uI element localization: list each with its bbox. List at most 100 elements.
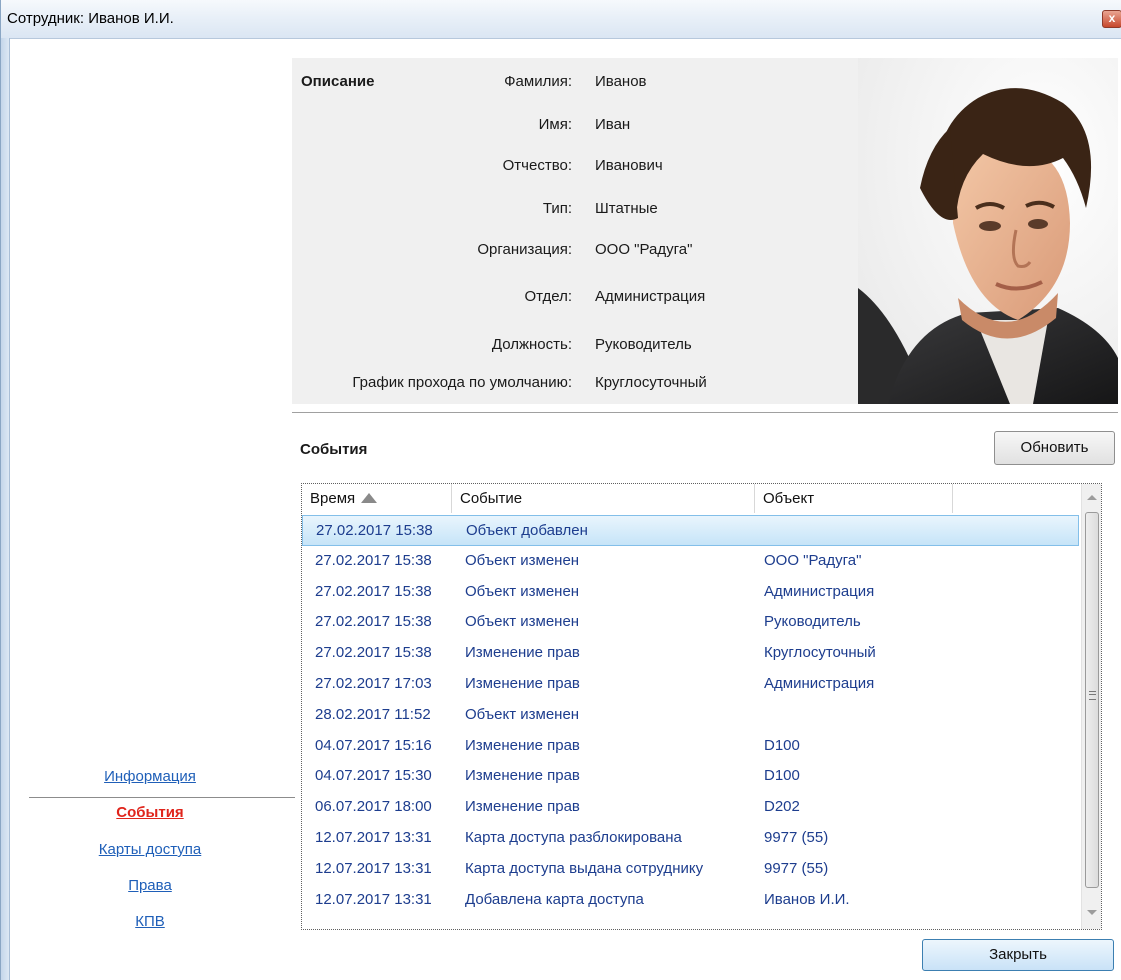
cell-time: 27.02.2017 15:38 [315,613,432,631]
field-value-patronymic: Иванович [595,157,663,174]
nav-item-events[interactable]: События [11,804,289,821]
nav-item-access-cards[interactable]: Карты доступа [11,841,289,858]
cell-object: Администрация [764,582,875,600]
cell-object: D202 [764,798,800,816]
description-title: Описание [301,73,375,90]
field-label-schedule: График прохода по умолчанию: [352,374,572,391]
cell-time: 27.02.2017 17:03 [315,674,432,692]
nav-item-info[interactable]: Информация [11,768,289,785]
scroll-up-arrow-icon[interactable] [1087,495,1097,500]
cell-object: 9977 (55) [764,828,829,846]
table-row[interactable]: 27.02.2017 15:38 Объект добавлен [302,515,1079,546]
cell-time: 27.02.2017 15:38 [315,551,432,569]
refresh-button[interactable]: Обновить [994,431,1115,465]
events-title: События [300,441,368,458]
column-label-event: Событие [460,490,523,507]
table-row[interactable]: 27.02.2017 15:38 Объект изменен Админист… [302,577,1079,608]
cell-event: Карта доступа разблокирована [465,828,682,846]
cell-event: Объект изменен [465,551,580,569]
cell-object: Руководитель [764,613,861,631]
employee-window: Сотрудник: Иванов И.И. x Информация Собы… [0,0,1121,980]
cell-object: D100 [764,736,800,754]
column-label-time: Время [310,490,356,507]
portrait-image [858,58,1118,404]
table-row[interactable]: 28.02.2017 11:52 Объект изменен [302,700,1079,731]
employee-photo [858,58,1118,404]
sort-ascending-icon [361,493,378,503]
cell-object: 9977 (55) [764,859,829,877]
scroll-thumb[interactable] [1085,512,1099,888]
field-label-patronymic: Отчество: [502,157,572,174]
cell-object: D100 [764,767,800,785]
table-header: Время Событие Объект [302,484,1082,513]
table-row[interactable]: 12.07.2017 13:31 Карта доступа выдана со… [302,854,1079,885]
cell-event: Объект изменен [465,613,580,631]
nav-separator [29,797,295,798]
cell-object: Иванов И.И. [764,890,850,908]
title-bar: Сотрудник: Иванов И.И. x [1,0,1121,39]
nav-item-rights[interactable]: Права [11,877,289,894]
grip-icon [1089,691,1096,700]
cell-time: 04.07.2017 15:16 [315,736,432,754]
field-value-type: Штатные [595,200,658,217]
description-panel: Описание Фамилия: Иванов Имя: Иван Отчес… [292,58,858,404]
cell-event: Объект изменен [465,582,580,600]
window-close-button[interactable]: x [1102,10,1121,28]
field-label-type: Тип: [542,200,572,217]
window-title: Сотрудник: Иванов И.И. [7,10,174,27]
column-header-object[interactable]: Объект [755,484,953,513]
table-row[interactable]: 27.02.2017 15:38 Объект изменен Руководи… [302,607,1079,638]
cell-event: Изменение прав [465,798,580,816]
field-value-schedule: Круглосуточный [595,374,707,391]
table-row[interactable]: 27.02.2017 17:03 Изменение прав Админист… [302,669,1079,700]
column-label-object: Объект [763,490,815,507]
field-value-position: Руководитель [595,336,692,353]
nav-item-kpv[interactable]: КПВ [11,913,289,930]
cell-time: 12.07.2017 13:31 [315,828,432,846]
field-label-name: Имя: [538,116,572,133]
field-label-organization: Организация: [477,241,572,258]
cell-object: Круглосуточный [764,644,876,662]
cell-time: 12.07.2017 13:31 [315,890,432,908]
cell-time: 28.02.2017 11:52 [315,705,431,723]
field-value-organization: ООО "Радуга" [595,241,693,258]
events-table: Время Событие Объект 27.02.2017 15:38 Об… [301,483,1102,930]
table-row[interactable]: 12.07.2017 13:31 Добавлена карта доступа… [302,885,1079,916]
cell-event: Объект добавлен [466,522,588,539]
field-label-department: Отдел: [524,288,572,305]
column-header-time[interactable]: Время [302,484,452,513]
cell-event: Изменение прав [465,644,580,662]
close-icon: x [1108,11,1116,25]
cell-time: 27.02.2017 15:38 [315,582,432,600]
cell-object: Администрация [764,674,875,692]
cell-event: Объект изменен [465,705,580,723]
table-row[interactable]: 04.07.2017 15:16 Изменение прав D100 [302,731,1079,762]
table-body: 27.02.2017 15:38 Объект добавлен 27.02.2… [302,515,1079,915]
field-label-position: Должность: [491,336,572,353]
table-row[interactable]: 12.07.2017 13:31 Карта доступа разблокир… [302,823,1079,854]
close-button[interactable]: Закрыть [922,939,1114,971]
cell-event: Изменение прав [465,736,580,754]
section-divider [292,412,1118,413]
table-row[interactable]: 04.07.2017 15:30 Изменение прав D100 [302,761,1079,792]
field-value-department: Администрация [595,288,706,305]
cell-event: Изменение прав [465,767,580,785]
cell-time: 27.02.2017 15:38 [316,522,433,539]
cell-time: 04.07.2017 15:30 [315,767,432,785]
cell-object: ООО "Радуга" [764,551,862,569]
table-row[interactable]: 06.07.2017 18:00 Изменение прав D202 [302,792,1079,823]
table-row[interactable]: 27.02.2017 15:38 Изменение прав Круглосу… [302,638,1079,669]
cell-event: Добавлена карта доступа [465,890,644,908]
column-header-event[interactable]: Событие [452,484,755,513]
column-header-empty [953,484,1082,513]
cell-time: 27.02.2017 15:38 [315,644,432,662]
field-value-surname: Иванов [595,73,647,90]
table-row[interactable]: 27.02.2017 15:38 Объект изменен ООО "Рад… [302,546,1079,577]
cell-time: 06.07.2017 18:00 [315,798,432,816]
cell-event: Изменение прав [465,674,580,692]
field-value-name: Иван [595,116,631,133]
table-scrollbar[interactable] [1081,484,1101,929]
field-label-surname: Фамилия: [504,73,572,90]
scroll-down-arrow-icon[interactable] [1087,910,1097,915]
cell-time: 12.07.2017 13:31 [315,859,432,877]
